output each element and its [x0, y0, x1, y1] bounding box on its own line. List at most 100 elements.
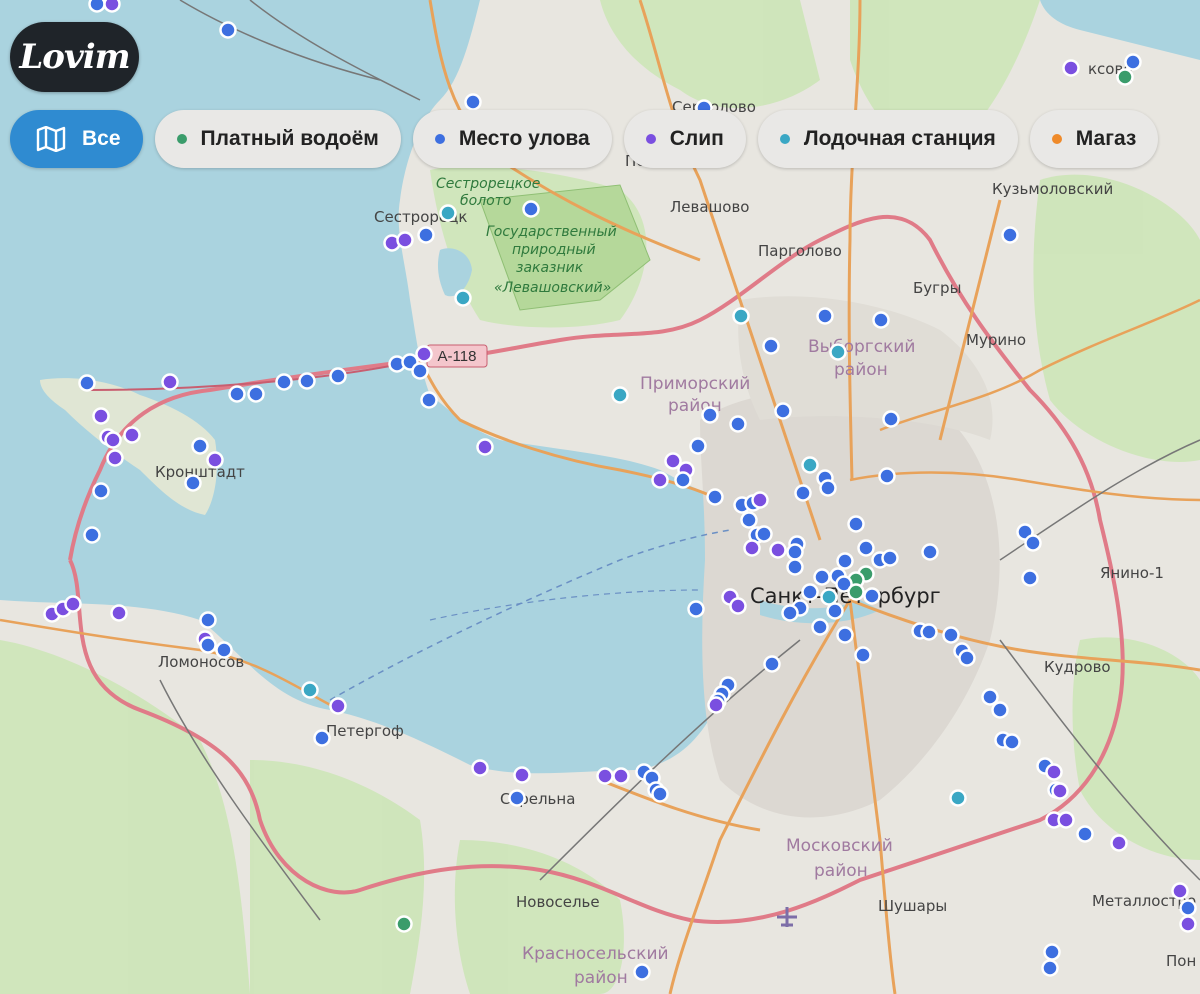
catch-spot-marker[interactable]	[981, 688, 999, 706]
catch-spot-marker[interactable]	[755, 525, 773, 543]
catch-spot-marker[interactable]	[882, 410, 900, 428]
catch-spot-marker[interactable]	[329, 367, 347, 385]
filter-paid-pond[interactable]: Платный водоём	[154, 110, 401, 168]
catch-spot-marker[interactable]	[740, 511, 758, 529]
slip-marker[interactable]	[104, 431, 122, 449]
boat-station-marker[interactable]	[820, 588, 838, 606]
catch-spot-marker[interactable]	[651, 785, 669, 803]
slip-marker[interactable]	[106, 449, 124, 467]
catch-spot-marker[interactable]	[701, 406, 719, 424]
catch-spot-marker[interactable]	[872, 311, 890, 329]
slip-marker[interactable]	[103, 0, 121, 13]
catch-spot-marker[interactable]	[786, 543, 804, 561]
boat-station-marker[interactable]	[801, 456, 819, 474]
slip-marker[interactable]	[769, 541, 787, 559]
slip-marker[interactable]	[476, 438, 494, 456]
catch-spot-marker[interactable]	[1001, 226, 1019, 244]
slip-marker[interactable]	[64, 595, 82, 613]
catch-spot-marker[interactable]	[1041, 959, 1059, 977]
catch-spot-marker[interactable]	[813, 568, 831, 586]
slip-marker[interactable]	[206, 451, 224, 469]
catch-spot-marker[interactable]	[786, 558, 804, 576]
slip-marker[interactable]	[1045, 763, 1063, 781]
catch-spot-marker[interactable]	[991, 701, 1009, 719]
catch-spot-marker[interactable]	[275, 373, 293, 391]
catch-spot-marker[interactable]	[420, 391, 438, 409]
catch-spot-marker[interactable]	[184, 474, 202, 492]
slip-marker[interactable]	[471, 759, 489, 777]
catch-spot-marker[interactable]	[706, 488, 724, 506]
slip-marker[interactable]	[1110, 834, 1128, 852]
boat-station-marker[interactable]	[439, 204, 457, 222]
slip-marker[interactable]	[513, 766, 531, 784]
catch-spot-marker[interactable]	[863, 587, 881, 605]
slip-marker[interactable]	[329, 697, 347, 715]
catch-spot-marker[interactable]	[781, 604, 799, 622]
catch-spot-marker[interactable]	[878, 467, 896, 485]
slip-marker[interactable]	[415, 345, 433, 363]
catch-spot-marker[interactable]	[228, 385, 246, 403]
catch-spot-marker[interactable]	[826, 602, 844, 620]
catch-spot-marker[interactable]	[508, 789, 526, 807]
boat-station-marker[interactable]	[732, 307, 750, 325]
slip-marker[interactable]	[1057, 811, 1075, 829]
catch-spot-marker[interactable]	[88, 0, 106, 13]
boat-station-marker[interactable]	[301, 681, 319, 699]
catch-spot-marker[interactable]	[1179, 899, 1197, 917]
catch-spot-marker[interactable]	[1003, 733, 1021, 751]
catch-spot-marker[interactable]	[215, 641, 233, 659]
catch-spot-marker[interactable]	[1076, 825, 1094, 843]
lovim-logo[interactable]: Lovim	[10, 22, 139, 92]
catch-spot-marker[interactable]	[819, 479, 837, 497]
slip-marker[interactable]	[161, 373, 179, 391]
slip-marker[interactable]	[110, 604, 128, 622]
catch-spot-marker[interactable]	[881, 549, 899, 567]
catch-spot-marker[interactable]	[247, 385, 265, 403]
slip-marker[interactable]	[596, 767, 614, 785]
catch-spot-marker[interactable]	[633, 963, 651, 981]
catch-spot-marker[interactable]	[836, 626, 854, 644]
catch-spot-marker[interactable]	[847, 515, 865, 533]
catch-spot-marker[interactable]	[942, 626, 960, 644]
catch-spot-marker[interactable]	[836, 552, 854, 570]
catch-spot-marker[interactable]	[857, 539, 875, 557]
slip-marker[interactable]	[1171, 882, 1189, 900]
slip-marker[interactable]	[707, 696, 725, 714]
boat-station-marker[interactable]	[949, 789, 967, 807]
catch-spot-marker[interactable]	[920, 623, 938, 641]
catch-spot-marker[interactable]	[794, 484, 812, 502]
catch-spot-marker[interactable]	[219, 21, 237, 39]
catch-spot-marker[interactable]	[958, 649, 976, 667]
catch-spot-marker[interactable]	[417, 226, 435, 244]
slip-marker[interactable]	[612, 767, 630, 785]
catch-spot-marker[interactable]	[854, 646, 872, 664]
paid-pond-marker[interactable]	[847, 583, 865, 601]
catch-spot-marker[interactable]	[313, 729, 331, 747]
slip-marker[interactable]	[1051, 782, 1069, 800]
catch-spot-marker[interactable]	[729, 415, 747, 433]
catch-spot-marker[interactable]	[298, 372, 316, 390]
slip-marker[interactable]	[396, 231, 414, 249]
catch-spot-marker[interactable]	[811, 618, 829, 636]
filter-boat-station[interactable]: Лодочная станция	[757, 110, 1018, 168]
catch-spot-marker[interactable]	[411, 362, 429, 380]
slip-marker[interactable]	[123, 426, 141, 444]
boat-station-marker[interactable]	[611, 386, 629, 404]
slip-marker[interactable]	[743, 539, 761, 557]
slip-marker[interactable]	[1179, 915, 1197, 933]
boat-station-marker[interactable]	[454, 289, 472, 307]
catch-spot-marker[interactable]	[191, 437, 209, 455]
catch-spot-marker[interactable]	[1021, 569, 1039, 587]
catch-spot-marker[interactable]	[674, 471, 692, 489]
catch-spot-marker[interactable]	[801, 583, 819, 601]
catch-spot-marker[interactable]	[921, 543, 939, 561]
catch-spot-marker[interactable]	[689, 437, 707, 455]
catch-spot-marker[interactable]	[774, 402, 792, 420]
catch-spot-marker[interactable]	[83, 526, 101, 544]
filter-catch-spot[interactable]: Место улова	[412, 110, 612, 168]
filter-all-button[interactable]: Все	[10, 110, 143, 168]
catch-spot-marker[interactable]	[1024, 534, 1042, 552]
catch-spot-marker[interactable]	[816, 307, 834, 325]
catch-spot-marker[interactable]	[522, 200, 540, 218]
paid-pond-marker[interactable]	[1116, 68, 1134, 86]
